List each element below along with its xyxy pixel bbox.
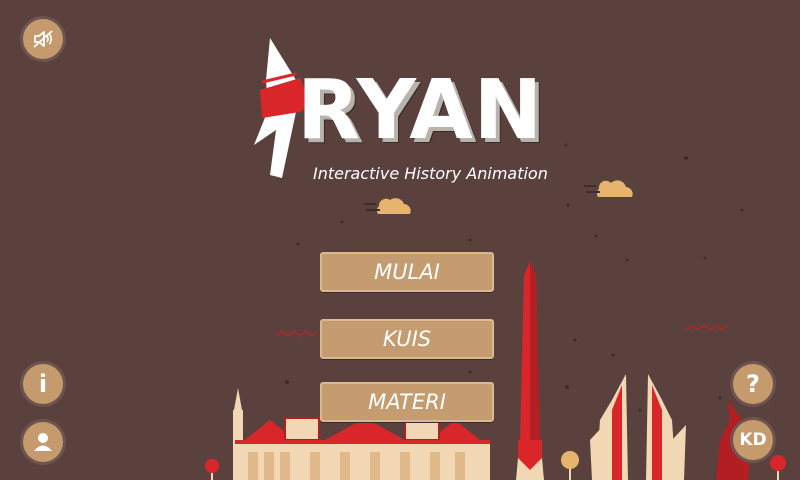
info-button[interactable]: i	[23, 364, 63, 404]
sound-toggle-button[interactable]	[23, 19, 63, 59]
zigzag-right	[685, 323, 729, 332]
tree-left	[205, 459, 219, 480]
gate-monument-right	[646, 374, 686, 480]
profile-button[interactable]	[23, 422, 63, 462]
quiz-button[interactable]: KUIS	[320, 319, 494, 359]
tree-right	[770, 455, 786, 480]
zigzag-left	[275, 329, 319, 338]
kd-button[interactable]: KD	[733, 420, 773, 460]
start-button[interactable]: MULAI	[320, 252, 494, 292]
help-label: ?	[746, 370, 760, 398]
gate-monument-left	[590, 374, 628, 480]
cloud-left	[364, 198, 411, 214]
user-icon	[34, 433, 52, 451]
kd-label: KD	[739, 430, 767, 450]
speaker-muted-icon	[33, 30, 53, 48]
info-label: i	[38, 370, 48, 398]
help-button[interactable]: ?	[733, 364, 773, 404]
app-tagline: Interactive History Animation	[313, 164, 548, 183]
cloud-right	[584, 180, 633, 197]
material-button[interactable]: MATERI	[320, 382, 494, 422]
monument-spire	[516, 262, 544, 480]
app-logo-title: RYAN	[297, 63, 544, 158]
tree-middle	[561, 451, 579, 480]
